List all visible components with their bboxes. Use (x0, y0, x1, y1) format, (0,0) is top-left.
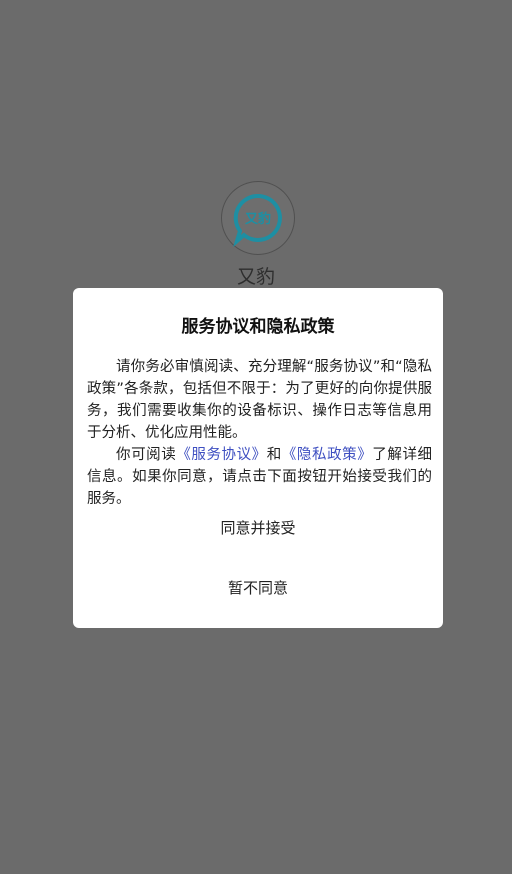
dialog-title: 服务协议和隐私政策 (181, 317, 335, 337)
disagree-button[interactable]: 暂不同意 (73, 568, 443, 608)
service-agreement-link[interactable]: 《服务协议》 (176, 447, 266, 463)
app-logo: 又豹 (221, 181, 295, 255)
dialog-paragraph-2: 你可阅读《服务协议》和《隐私政策》了解详细信息。如果你同意，请点击下面按钮开始接… (87, 444, 432, 510)
app-name: 又豹 (236, 266, 275, 288)
privacy-dialog: 服务协议和隐私政策 请你务必审慎阅读、充分理解“服务协议”和“隐私政策”各条款，… (73, 288, 443, 628)
agree-button[interactable]: 同意并接受 (73, 508, 443, 548)
logo-text: 又豹 (244, 212, 271, 227)
privacy-policy-link[interactable]: 《隐私政策》 (282, 447, 372, 463)
dialog-paragraph-1: 请你务必审慎阅读、充分理解“服务协议”和“隐私政策”各条款，包括但不限于：为了更… (87, 359, 432, 441)
dialog-body: 请你务必审慎阅读、充分理解“服务协议”和“隐私政策”各条款，包括但不限于：为了更… (87, 356, 432, 510)
p2-and: 和 (266, 447, 282, 463)
p2-prefix: 你可阅读 (116, 447, 177, 463)
